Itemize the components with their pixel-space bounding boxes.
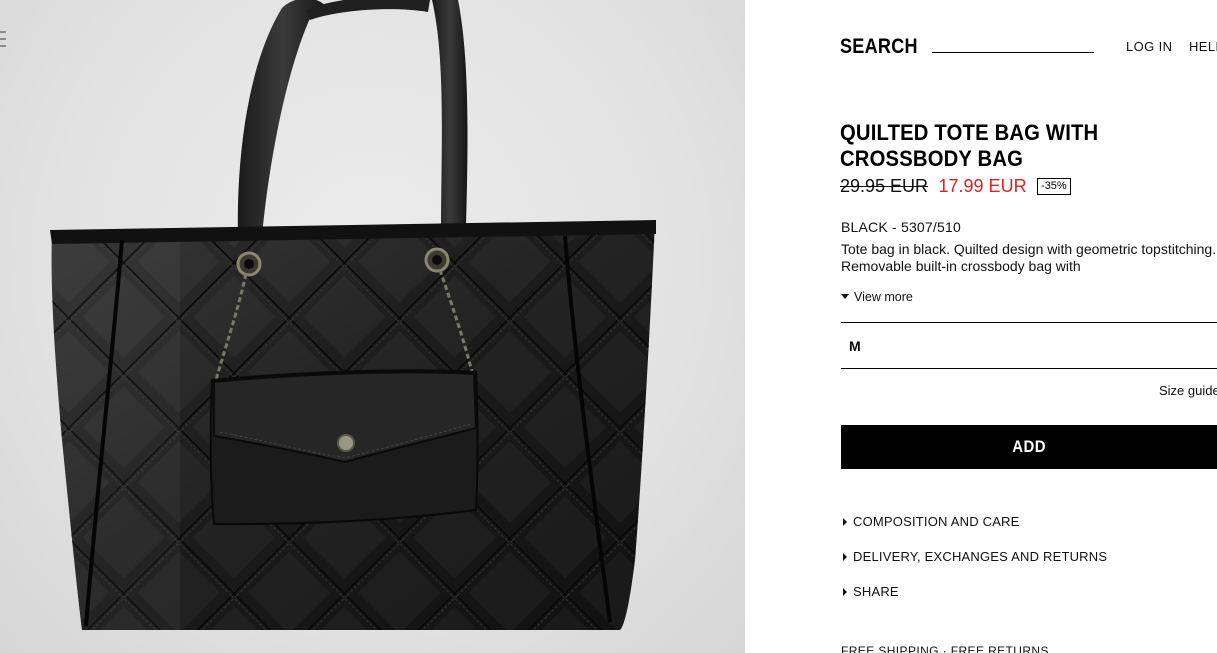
product-title: QUILTED TOTE BAG WITH CROSSBODY BAG — [840, 120, 1099, 171]
login-link[interactable]: LOG IN — [1126, 39, 1172, 54]
accordion-label: SHARE — [853, 584, 899, 599]
size-selector[interactable]: M — [841, 322, 1217, 369]
add-button-label: ADD — [1012, 437, 1046, 456]
original-price: 29.95 EUR — [840, 176, 929, 196]
caret-down-icon — [841, 294, 849, 299]
caret-right-icon — [843, 553, 847, 561]
accordion-share[interactable]: SHARE — [843, 584, 899, 599]
search-input[interactable] — [932, 52, 1094, 53]
accordion-delivery-returns[interactable]: DELIVERY, EXCHANGES AND RETURNS — [843, 549, 1107, 564]
caret-right-icon — [843, 518, 847, 526]
help-link[interactable]: HELP — [1189, 39, 1217, 54]
caret-right-icon — [843, 588, 847, 596]
accordion-composition-care[interactable]: COMPOSITION AND CARE — [843, 514, 1020, 529]
accordion-label: DELIVERY, EXCHANGES AND RETURNS — [853, 549, 1108, 564]
size-guide-link[interactable]: Size guide — [1159, 383, 1217, 398]
add-to-cart-button[interactable]: ADD — [841, 425, 1217, 469]
shipping-banner: FREE SHIPPING · FREE RETURNS — [841, 644, 1049, 653]
search-label[interactable]: SEARCH — [840, 35, 918, 59]
discount-badge: -35% — [1037, 178, 1071, 195]
product-description: Tote bag in black. Quilted design with g… — [841, 241, 1217, 274]
price-row: 29.95 EUR 17.99 EUR -35% — [840, 176, 1071, 198]
product-image[interactable] — [0, 0, 745, 653]
color-reference: BLACK - 5307/510 — [841, 219, 961, 235]
view-more-toggle[interactable]: View more — [841, 290, 913, 304]
selected-size: M — [849, 338, 861, 354]
accordion-label: COMPOSITION AND CARE — [853, 514, 1020, 529]
quilted-tote-bag-image — [50, 0, 656, 630]
sale-price: 17.99 EUR — [938, 176, 1027, 196]
view-more-label: View more — [854, 290, 913, 304]
